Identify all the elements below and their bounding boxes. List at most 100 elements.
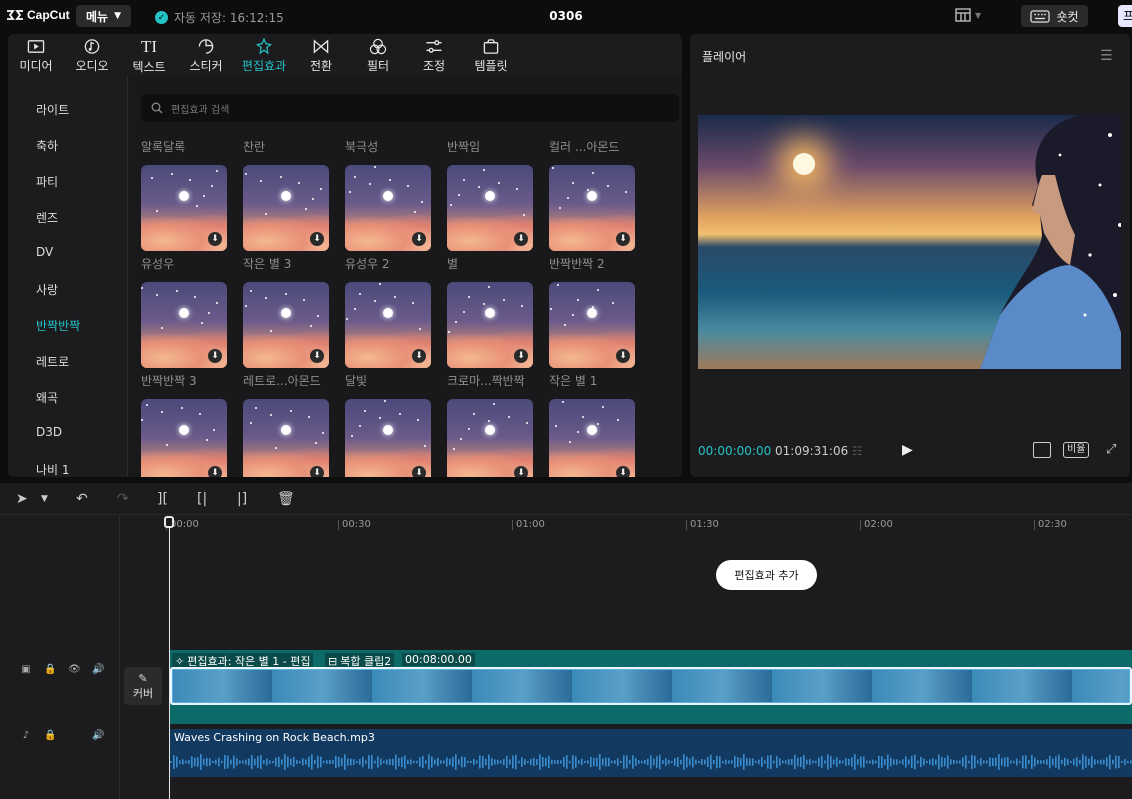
wave-bar [185,760,187,764]
wave-bar [845,758,847,766]
effect-thumbnail[interactable]: ⬇ [345,282,431,368]
speaker-icon[interactable]: 🔊 [92,664,104,676]
download-icon[interactable]: ⬇ [616,349,630,363]
wave-bar [236,758,238,766]
trim-left-icon[interactable]: [| [197,491,207,507]
tab-sticker[interactable]: 스티커 [187,38,225,74]
category-item[interactable]: 축하 [36,137,58,154]
download-icon[interactable]: ⬇ [310,349,324,363]
tab-filter[interactable]: 필터 [359,38,397,74]
star-art [260,180,262,182]
wave-bar [503,758,505,766]
category-item[interactable]: 왜곡 [36,389,58,406]
playhead-handle[interactable] [164,516,174,528]
category-item[interactable]: 레트로 [36,353,69,370]
eye-icon[interactable]: 👁 [68,664,81,676]
lock-icon[interactable]: 🔒 [44,730,56,742]
download-icon[interactable]: ⬇ [412,232,426,246]
wave-bar [254,758,256,766]
wave-bar [560,760,562,764]
lock-icon[interactable]: 🔒 [44,664,56,676]
category-item[interactable]: 파티 [36,173,58,190]
audio-clip[interactable]: Waves Crashing on Rock Beach.mp3 [170,729,1132,777]
download-icon[interactable]: ⬇ [616,232,630,246]
chevron-down-icon[interactable]: ▼ [41,494,48,504]
download-icon[interactable]: ⬇ [310,232,324,246]
tab-audio[interactable]: 오디오 [73,38,111,74]
ratio-button[interactable]: 비율 [1063,442,1090,458]
download-icon[interactable]: ⬇ [310,466,324,477]
effect-thumbnail[interactable]: ⬇ [141,165,227,251]
select-pointer-icon[interactable]: ➤ [16,491,28,507]
tab-adjust[interactable]: 조정 [415,38,453,74]
effect-thumbnail[interactable]: ⬇ [447,282,533,368]
video-preview[interactable] [698,115,1121,369]
wave-bar [785,760,787,764]
download-icon[interactable]: ⬇ [514,349,528,363]
tab-template[interactable]: 템플릿 [469,38,513,74]
effect-thumbnail[interactable]: ⬇ [141,399,227,477]
tab-text[interactable]: TI 텍스트 [130,38,168,75]
effect-thumbnail[interactable]: ⬇ [345,165,431,251]
wave-bar [425,760,427,764]
shortcut-button[interactable]: 숏컷 [1021,5,1088,27]
moon-art [383,425,393,435]
effect-thumbnail[interactable]: ⬇ [447,165,533,251]
add-effect-button[interactable]: 편집효과 추가 [716,560,817,590]
download-icon[interactable]: ⬇ [412,349,426,363]
download-icon[interactable]: ⬇ [616,466,630,477]
wave-bar [287,756,289,768]
split-icon[interactable]: ][ [157,491,168,507]
tab-effects[interactable]: 편집효과 [238,38,290,74]
download-icon[interactable]: ⬇ [514,466,528,477]
star-art [521,305,523,307]
speaker-icon[interactable]: 🔊 [92,730,104,742]
timeline-ruler[interactable]: 00:00 00:30 01:00 01:30 02:00 02:30 [120,516,1132,536]
effect-thumbnail[interactable]: ⬇ [243,399,329,477]
download-icon[interactable]: ⬇ [208,466,222,477]
compound-clip-icon: ⊟ [328,654,338,668]
menu-button[interactable]: 메뉴 ▼ [76,5,131,27]
layout-button[interactable]: ▼ [955,8,981,22]
effect-thumbnail[interactable]: ⬇ [141,282,227,368]
video-clip[interactable] [170,667,1132,705]
download-icon[interactable]: ⬇ [208,232,222,246]
zoom-fit-icon[interactable] [1033,442,1051,458]
tab-media[interactable]: 미디어 [17,38,55,74]
play-icon[interactable]: ▶ [902,442,913,458]
effect-thumbnail[interactable]: ⬇ [243,282,329,368]
effect-thumbnail[interactable]: ⬇ [447,399,533,477]
effect-thumbnail[interactable]: ⬇ [549,165,635,251]
wave-bar [980,758,982,766]
wave-bar [596,757,598,767]
trim-right-icon[interactable]: |] [237,491,247,507]
search-input[interactable]: 편집효과 검색 [141,94,679,122]
grid-view-icon[interactable]: ☷ [852,444,863,458]
download-icon[interactable]: ⬇ [412,466,426,477]
cover-button[interactable]: ✎ 커버 [124,667,162,705]
upgrade-button[interactable]: 프 [1118,5,1132,27]
category-item[interactable]: 사랑 [36,281,58,298]
category-item[interactable]: 렌즈 [36,209,58,226]
star-art [483,169,485,171]
effect-thumbnail[interactable]: ⬇ [345,399,431,477]
undo-icon[interactable]: ↶ [76,491,88,507]
wave-bar [332,760,334,764]
delete-icon[interactable]: 🗑 [277,491,295,507]
effect-thumbnail[interactable]: ⬇ [549,282,635,368]
category-item[interactable]: D3D [36,425,62,439]
tab-transition[interactable]: 전환 [302,38,340,74]
hamburger-menu-icon[interactable]: ☰ [1100,48,1113,64]
category-item[interactable]: DV [36,245,53,259]
wave-bar [746,758,748,766]
fullscreen-icon[interactable]: ⤢ [1106,442,1116,457]
download-icon[interactable]: ⬇ [208,349,222,363]
playhead[interactable] [169,516,170,799]
download-icon[interactable]: ⬇ [514,232,528,246]
category-item[interactable]: 나비 1 [36,461,70,477]
effect-thumbnail[interactable]: ⬇ [549,399,635,477]
effect-thumbnail[interactable]: ⬇ [243,165,329,251]
wave-bar [1019,760,1021,764]
category-item-active[interactable]: 반짝반짝 [36,317,80,334]
category-item[interactable]: 라이트 [36,101,69,118]
